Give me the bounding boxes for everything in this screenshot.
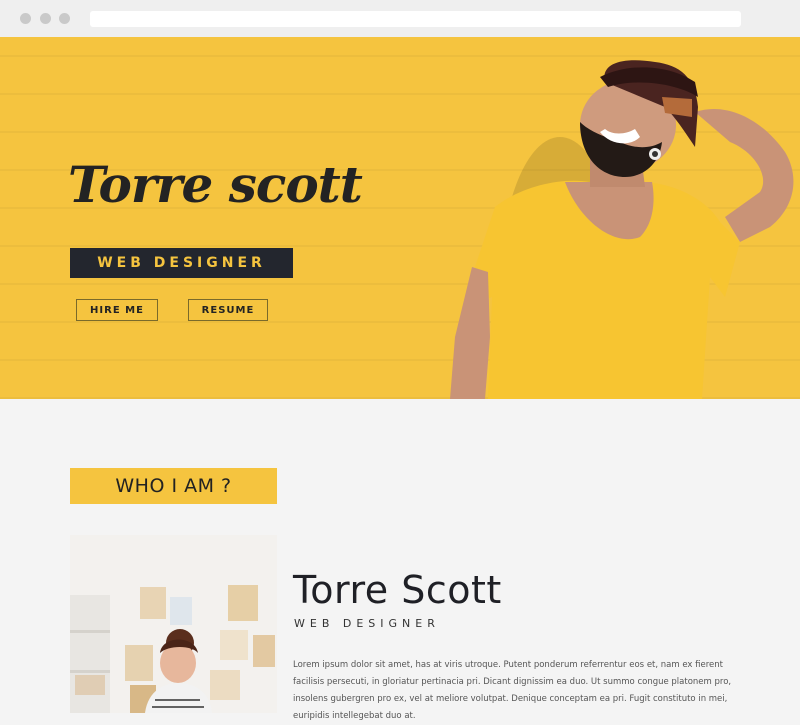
- browser-chrome: [0, 0, 800, 38]
- hire-me-button[interactable]: HIRE ME: [76, 299, 158, 321]
- about-subtitle: WEB DESIGNER: [294, 617, 440, 630]
- window-close-dot[interactable]: [20, 13, 31, 24]
- section-heading: WHO I AM ?: [70, 468, 277, 504]
- hero-banner: Torre scott WEB DESIGNER HIRE ME RESUME: [0, 37, 800, 399]
- window-minimize-dot[interactable]: [40, 13, 51, 24]
- about-photo: [70, 535, 277, 713]
- window-maximize-dot[interactable]: [59, 13, 70, 24]
- hero-portrait: [450, 60, 794, 399]
- about-paragraph: Lorem ipsum dolor sit amet, has at viris…: [293, 660, 732, 721]
- address-bar[interactable]: [90, 11, 741, 27]
- hero-title: Torre scott: [68, 155, 363, 214]
- resume-button[interactable]: RESUME: [188, 299, 268, 321]
- about-name: Torre Scott: [293, 568, 502, 612]
- hero-role-badge: WEB DESIGNER: [70, 248, 293, 278]
